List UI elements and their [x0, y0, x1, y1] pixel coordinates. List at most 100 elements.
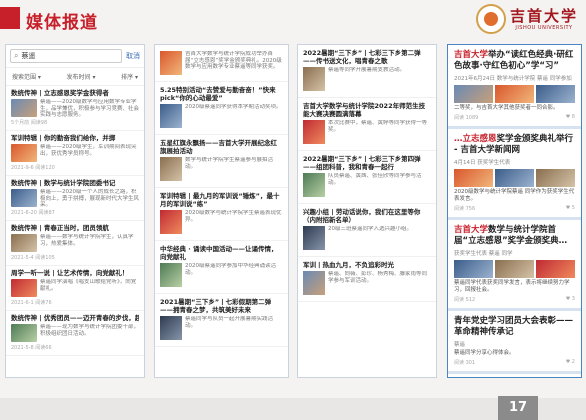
news-photo-strip — [454, 260, 575, 278]
news-title-text: 青年党史学习团员大会表彰——革命精神传承记 — [454, 316, 574, 337]
filter-time[interactable]: 发布时间 ▾ — [67, 72, 96, 81]
article-item[interactable]: 吉首大学数学与统计学院2022年师范生技能大赛决赛圆满落幕 本次比赛中，蔡遥、黄婷… — [298, 98, 436, 151]
news-title: 吉首大学举办“读红色经典·研红色故事·守红色初心”学“习” — [454, 50, 575, 72]
search-result-item[interactable]: 数统传神 | 青春正当时，团员领航蔡遥——数学与统计学院学生，认真学习，热爱集体… — [6, 221, 144, 266]
result-body: 蔡遥——2020级学生，军训期间表现突出，获优秀学员称号。 — [11, 144, 139, 163]
article-body: 蔡遥、向薇、彭珍、杨秀梅、滕家雨等同学参与军训活动。 — [303, 271, 431, 297]
article-item[interactable]: 吉首大学数学与统计学院成功举办首届“立志感恩”奖学金颁奖典礼。2020级数学与应… — [155, 45, 288, 82]
news-date: 4月14日 获奖学生代表 — [454, 160, 511, 166]
page-number: 17 — [498, 396, 538, 420]
like-count: ♥ 8 — [565, 114, 575, 120]
article-list: 2022暑期“三下乡”丨七彩三下乡第二弹——传书送文化，唱青春之歌 蔡遥等同学开展… — [298, 45, 436, 302]
news-photo — [536, 169, 575, 187]
article-item[interactable]: 兴趣小组 | 劳动话说你，我们在这里等你（内附招新名单） 20级三班蔡遥同学入选兴… — [298, 204, 436, 257]
article-item[interactable]: 5.25特别活动“去赞爱与勤奋奋！”快来pick“你的心动最爱” 2020级蔡遥同… — [155, 82, 288, 135]
filter-sort[interactable]: 排序 ▾ — [121, 72, 138, 81]
article-body: 吉首大学数学与统计学院成功举办首届“立志感恩”奖学金颁奖典礼。2020级数学与应… — [160, 51, 283, 77]
article-title: 军训丨热血九月，不负追彩时光 — [303, 261, 394, 269]
news-item[interactable]: 吉首大学举办“读红色经典·研红色故事·守红色初心”学“习” 2021年6月24日 … — [448, 45, 581, 129]
logo-chinese-name: 吉首大学 — [509, 6, 578, 25]
news-body: 蔡遥同学代表获奖同学发言，表示将继续努力学习，回报社会。 — [454, 280, 570, 293]
article-snippet: 2020级蔡遥同学获得本学期活动奖项。 — [185, 104, 282, 110]
article-item[interactable]: 中华经典 · 诵读中国活动——让诵传情，向党献礼 2020级蔡遥同学参加中华经典诵… — [155, 241, 288, 294]
result-snippet: 蔡遥——2020级数学与应用数学专业学生，品学兼优，积极参与学习竞赛、社会实践与… — [40, 99, 139, 118]
result-body: 蔡遥——现为数学与统计学院团委干部，积极组织团日活动。 — [11, 324, 139, 343]
result-meta: 2021-6-1 阅读76 — [11, 300, 52, 306]
article-thumbnail — [303, 226, 325, 250]
news-body: 2020级数学与统计学院蔡遥 同学作为获奖学生代表发言。 — [454, 189, 575, 202]
article-item[interactable]: 2022暑期“三下乡”丨七彩三下乡第四弹——组团科普，我和青春一起行 队员蔡遥、黄… — [298, 151, 436, 204]
result-snippet: 蔡遥——数学与统计学院学生，认真学习，热爱集体。 — [40, 234, 134, 247]
news-item[interactable]: 青年党史学习团员大会表彰——革命精神传承记 蔡遥 蔡遥同学分享心得体会。 阅读 301… — [448, 311, 581, 374]
result-title: 军训特辑 | 你的勤奋我们给你，并掷 — [11, 134, 116, 142]
article-item[interactable]: 2021暑期“三下乡”丨七彩假期第二弹——拥青春之梦，共筑美好未来 蔡遥同学与队员… — [155, 294, 288, 347]
news-photo — [454, 85, 493, 103]
search-result-item[interactable]: 军训特辑 | 你的勤奋我们给你，并掷蔡遥——2020级学生，军训期间表现突出，获… — [6, 131, 144, 176]
article-item[interactable]: 军训丨热血九月，不负追彩时光蔡遥、向薇、彭珍、杨秀梅、滕家雨等同学参与军训活动。 — [298, 257, 436, 302]
article-item[interactable]: 军训特辑 | 最九月的军训说“锤炼”，最十月的军训说“练” 2020级数学与统计学… — [155, 188, 288, 241]
article-item[interactable]: 2022暑期“三下乡”丨七彩三下乡第二弹——传书送文化，唱青春之歌 蔡遥等同学开展… — [298, 45, 436, 98]
result-snippet: 蔡遥——2020级学生，军训期间表现突出，获优秀学员称号。 — [40, 144, 137, 157]
news-meta: 阅读 301 ♥ 2 — [454, 359, 575, 366]
article-title: 中华经典 · 诵读中国活动——让诵传情，向党献礼 — [160, 245, 278, 261]
result-body: 蔡遥——数学与统计学院学生，认真学习，热爱集体。 — [11, 234, 139, 253]
result-thumbnail — [11, 279, 37, 297]
news-item[interactable]: 吉首大学数学与统计学院首届“立志感恩”奖学金颁奖典… 获奖学生代表 蔡遥 同学蔡遥… — [448, 220, 581, 311]
read-count: 阅读 756 — [454, 206, 476, 212]
result-title: 数统传神 | 青春正当时，团员领航 — [11, 224, 109, 232]
search-result-item[interactable]: 周学一听一说 | 让艺术传情，向党献礼！ 蔡遥同学演唱《唱支山歌给党听》，向党献礼… — [6, 266, 144, 311]
cancel-button[interactable]: 取消 — [126, 51, 140, 61]
article-list-panel-2: 吉首大学数学与统计学院成功举办首届“立志感恩”奖学金颁奖典礼。2020级数学与应… — [154, 44, 289, 378]
result-snippet: 蔡遥——现为数学与统计学院团委干部，积极组织团日活动。 — [40, 324, 139, 337]
search-query: 蔡遥 — [21, 52, 36, 60]
news-date: 获奖学生代表 蔡遥 同学 — [454, 251, 513, 257]
news-date: 蔡遥 — [454, 342, 466, 348]
news-title-highlight: 吉首大学 — [454, 50, 489, 60]
filter-scope[interactable]: 搜索范围 ▾ — [12, 72, 41, 81]
article-body: 蔡遥等同学开展暑期支教活动。 — [303, 67, 431, 93]
article-snippet: 20级三班蔡遥同学入选兴趣小组。 — [328, 226, 412, 232]
result-meta: 2021-9-6 阅读120 — [11, 165, 55, 171]
news-photo-strip — [454, 169, 575, 187]
search-result-item[interactable]: 数统传神 | 优秀团员——迈开青春的步伐，超翔蔡遥——现为数学与统计学院团委干部… — [6, 311, 144, 356]
result-meta: 5个月前 阅读98 — [11, 120, 48, 126]
news-photo — [495, 260, 534, 278]
article-title: 2022暑期“三下乡”丨七彩三下乡第四弹——组团科普，我和青春一起行 — [303, 155, 421, 171]
news-date: 2021年6月24日 数学与统计学院 蔡遥 同学参加 — [454, 76, 572, 82]
article-snippet: 2020级蔡遥同学参加中华经典诵读活动。 — [185, 263, 276, 276]
search-results-panel: ⌕ 蔡遥 取消 搜索范围 ▾ 发布时间 ▾ 排序 ▾ 数统传神 | 立志感恩奖学… — [5, 44, 145, 378]
news-photo-strip — [454, 85, 575, 103]
result-body: 蔡遥——2020级数学与应用数学专业学生，品学兼优，积极参与学习竞赛、社会实践与… — [11, 99, 139, 118]
result-body: 蔡遥——2020级一个人的成长之路，积极向上，勇于拼搏，展现新时代大学生风采。 — [11, 189, 139, 208]
read-count: 阅读 1089 — [454, 115, 479, 121]
result-title: 周学一听一说 | 让艺术传情，向党献礼！ — [11, 269, 129, 277]
search-input[interactable]: ⌕ 蔡遥 — [10, 49, 122, 63]
article-title: 军训特辑 | 最九月的军训说“锤炼”，最十月的军训说“练” — [160, 192, 280, 208]
result-meta: 2021-5-8 阅读66 — [11, 345, 52, 351]
filter-bar: 搜索范围 ▾ 发布时间 ▾ 排序 ▾ — [6, 68, 144, 86]
article-snippet: 吉首大学数学与统计学院成功举办首届“立志感恩”奖学金颁奖典礼。2020级数学与应… — [185, 51, 282, 70]
news-title: …立志感恩奖学金颁奖典礼举行 - 吉首大学新闻网 — [454, 134, 575, 156]
search-result-item[interactable]: 数统传神 | 数学与统计学院团委书记 蔡遥——2020级一个人的成长之路，积极向上… — [6, 176, 144, 221]
article-snippet: 数学与统计学院学生蔡遥参与展拍活动。 — [185, 157, 274, 170]
result-thumbnail — [11, 144, 37, 162]
article-title: 吉首大学数学与统计学院2022年师范生技能大赛决赛圆满落幕 — [303, 102, 426, 118]
result-body: 蔡遥同学演唱《唱支山歌给党听》，向党献礼。 — [11, 279, 139, 298]
news-title: 吉首大学数学与统计学院首届“立志感恩”奖学金颁奖典… — [454, 225, 575, 247]
article-thumbnail — [160, 104, 182, 128]
news-panel: 吉首大学举办“读红色经典·研红色故事·守红色初心”学“习” 2021年6月24日 … — [447, 44, 582, 378]
article-snippet: 蔡遥同学与队员一起开展暑期实践活动。 — [185, 316, 274, 329]
news-photo — [495, 85, 534, 103]
news-body: 二等奖，与吉首大学其他获奖者一同合影。 — [454, 105, 559, 111]
result-meta: 2021-5-4 阅读105 — [11, 255, 55, 261]
logo-english-name: JISHOU UNIVERSITY — [515, 24, 573, 31]
article-body: 2020级数学与统计学院学生蔡遥表现优异。 — [160, 210, 283, 236]
article-item[interactable]: 五星红旗永飘扬——吉首大学开展纪念红旗展拍活动 数学与统计学院学生蔡遥参与展拍活动… — [155, 135, 288, 188]
result-title: 数统传神 | 优秀团员——迈开青春的步伐，超翔 — [11, 314, 139, 322]
article-snippet: 蔡遥、向薇、彭珍、杨秀梅、滕家雨等同学参与军训活动。 — [328, 271, 428, 284]
news-item[interactable]: …立志感恩奖学金颁奖典礼举行 - 吉首大学新闻网 4月14日 获奖学生代表 2020… — [448, 129, 581, 220]
search-result-item[interactable]: 数统传神 | 立志感恩奖学金获得者 蔡遥——2020级数学与应用数学专业学生，品学… — [6, 86, 144, 131]
article-body: 数学与统计学院学生蔡遥参与展拍活动。 — [160, 157, 283, 183]
result-thumbnail — [11, 99, 37, 117]
search-result-list: 数统传神 | 立志感恩奖学金获得者 蔡遥——2020级数学与应用数学专业学生，品学… — [6, 86, 144, 356]
